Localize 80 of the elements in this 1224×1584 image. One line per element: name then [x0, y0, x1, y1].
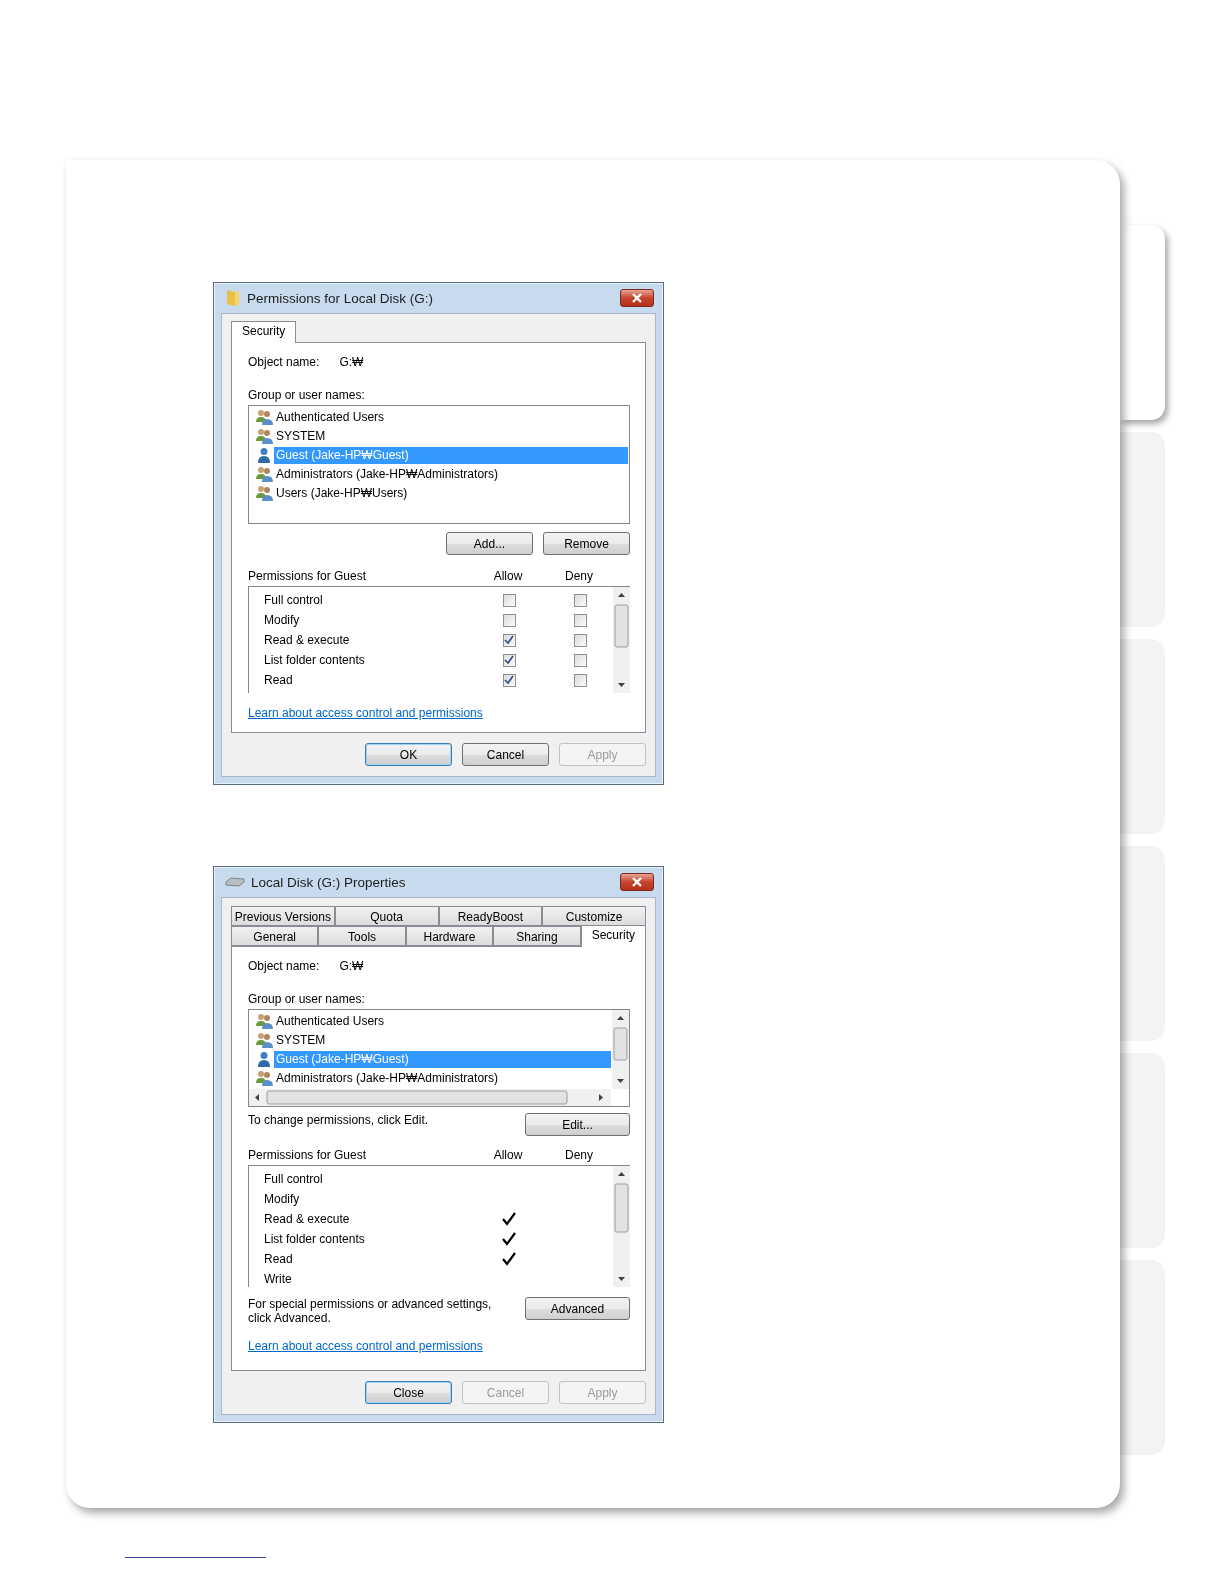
- tab[interactable]: ReadyBoost: [438, 906, 543, 926]
- dialog-button[interactable]: Cancel: [462, 743, 549, 766]
- field-label: Object name:: [248, 355, 320, 369]
- drive-icon: [225, 877, 245, 887]
- instruction-text: For special permissions or advanced settings, click Advanced.: [248, 1297, 493, 1325]
- permission-name: Read & execute: [264, 1212, 351, 1226]
- permission-name: Read & execute: [264, 633, 351, 648]
- permission-name: Full control: [264, 593, 324, 608]
- close-button[interactable]: [620, 289, 654, 307]
- user-list-item[interactable]: Administrators (Jake-HP₩Administrators): [274, 1070, 611, 1087]
- object-name: G:₩: [339, 355, 364, 369]
- column-header: Allow: [492, 569, 524, 584]
- user-group-icon: [255, 466, 274, 483]
- user-group-icon: [255, 1013, 274, 1030]
- folder-icon: [225, 289, 241, 307]
- tab[interactable]: General: [231, 926, 319, 946]
- close-icon: [631, 293, 643, 303]
- user-list-item[interactable]: Authenticated Users: [274, 1013, 611, 1030]
- edit-button[interactable]: Edit...: [525, 1113, 630, 1136]
- user-list-item[interactable]: Users (Jake-HP₩Users): [274, 485, 628, 502]
- scrollbar[interactable]: [613, 1166, 630, 1287]
- user-group-icon: [255, 428, 274, 445]
- user-group-icon: [255, 1070, 274, 1087]
- window-title: Local Disk (G:) Properties: [251, 874, 407, 890]
- dialog-button[interactable]: OK: [365, 743, 452, 766]
- window-title: Permissions for Local Disk (G:): [247, 290, 435, 306]
- checkbox[interactable]: [573, 613, 587, 627]
- instruction-text: To change permissions, click Edit.: [248, 1113, 429, 1127]
- horizontal-scrollbar[interactable]: [249, 1089, 611, 1106]
- checkbox[interactable]: [502, 653, 516, 667]
- checkbox[interactable]: [573, 673, 587, 687]
- checkbox[interactable]: [502, 673, 516, 687]
- permission-name: Write: [264, 1272, 293, 1286]
- dialog-button[interactable]: Close: [365, 1381, 452, 1404]
- tab[interactable]: Sharing: [493, 926, 581, 946]
- section-label: Group or user names:: [248, 992, 366, 1006]
- scrollbar[interactable]: [612, 1010, 629, 1089]
- help-link[interactable]: Learn about access control and permissions: [248, 706, 483, 720]
- section-label: Permissions for Guest: [248, 1148, 368, 1162]
- permission-name: List folder contents: [264, 1232, 366, 1246]
- tab[interactable]: Tools: [318, 926, 406, 946]
- section-label: Permissions for Guest: [248, 569, 368, 584]
- user-list-item[interactable]: Authenticated Users: [274, 409, 628, 426]
- section-label: Group or user names:: [248, 388, 366, 402]
- tab[interactable]: Security: [580, 925, 646, 947]
- advanced-button[interactable]: Advanced: [525, 1297, 630, 1320]
- object-name: G:₩: [339, 959, 364, 973]
- permission-name: Full control: [264, 1172, 324, 1186]
- checkbox[interactable]: [502, 613, 516, 627]
- close-button[interactable]: [620, 873, 654, 891]
- user-list-item[interactable]: Administrators (Jake-HP₩Administrators): [274, 466, 628, 483]
- tab[interactable]: Hardware: [405, 926, 494, 946]
- permission-name: List folder contents: [264, 653, 366, 668]
- permission-name: Read: [264, 673, 294, 688]
- user-group-icon: [255, 1032, 274, 1049]
- field-label: Object name:: [248, 959, 320, 973]
- tab[interactable]: Previous Versions: [231, 906, 335, 926]
- close-icon: [631, 877, 643, 887]
- list-button[interactable]: Add...: [446, 532, 533, 556]
- permission-name: Modify: [264, 1192, 301, 1206]
- column-header: Allow: [492, 1148, 524, 1162]
- column-header: Deny: [564, 1148, 594, 1162]
- column-header: Deny: [564, 569, 594, 584]
- tab[interactable]: Quota: [334, 906, 439, 926]
- list-button[interactable]: Remove: [543, 532, 630, 556]
- user-group-icon: [255, 409, 274, 426]
- checkbox[interactable]: [573, 593, 587, 607]
- user-list-item[interactable]: SYSTEM: [274, 428, 628, 445]
- tab[interactable]: Security: [231, 321, 297, 343]
- user-list-item[interactable]: SYSTEM: [274, 1032, 611, 1049]
- checkbox[interactable]: [502, 633, 516, 647]
- user-group-icon: [255, 485, 274, 502]
- permission-name: Read: [264, 1252, 294, 1266]
- help-link[interactable]: Learn about access control and permissions: [248, 1339, 483, 1353]
- checkbox[interactable]: [573, 633, 587, 647]
- checkbox[interactable]: [502, 593, 516, 607]
- checkbox[interactable]: [573, 653, 587, 667]
- scrollbar[interactable]: [613, 587, 630, 693]
- permission-name: Modify: [264, 613, 301, 628]
- tab[interactable]: Customize: [542, 906, 646, 926]
